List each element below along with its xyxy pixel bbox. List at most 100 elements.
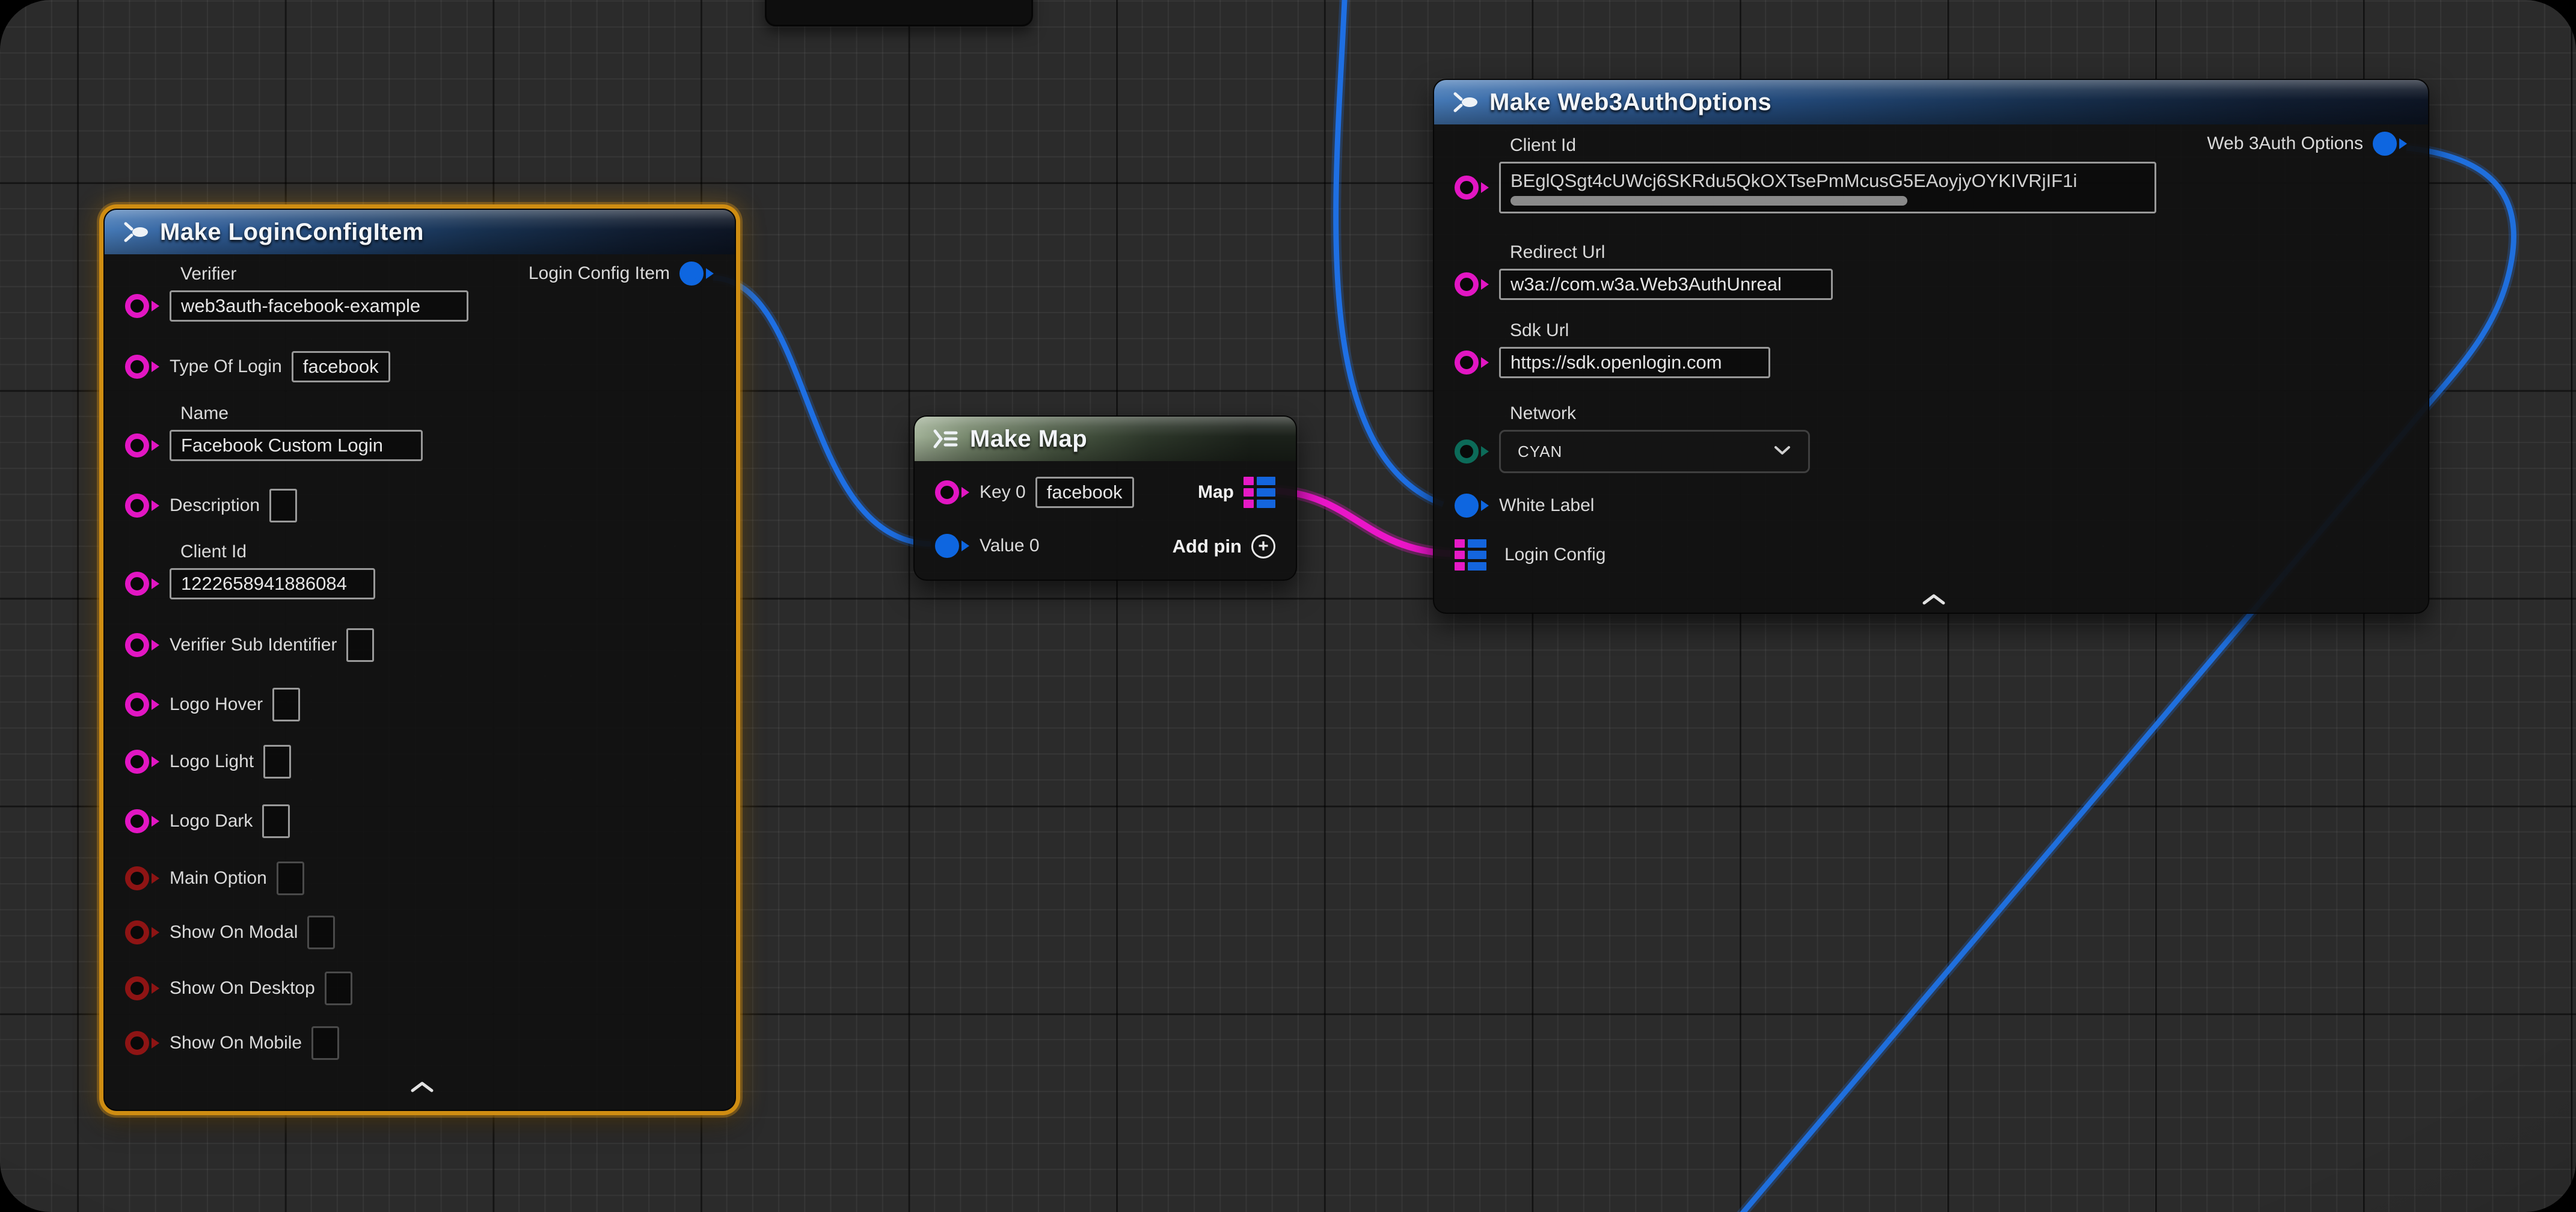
redirect-url-field[interactable]: w3a://com.w3a.Web3AuthUnreal xyxy=(1499,269,1833,300)
value0-label: Value 0 xyxy=(980,536,1040,556)
type-of-login-field[interactable]: facebook xyxy=(292,351,390,382)
verifier-field[interactable]: web3auth-facebook-example xyxy=(170,290,468,322)
main-option-label: Main Option xyxy=(170,868,267,889)
node-make-map-header[interactable]: Make Map xyxy=(915,417,1296,461)
show-on-modal-checkbox[interactable] xyxy=(307,916,335,949)
sdk-url-field[interactable]: https://sdk.openlogin.com xyxy=(1499,347,1770,378)
show-on-desktop-checkbox[interactable] xyxy=(325,972,352,1005)
node-make-loginconfigitem-header[interactable]: Make LoginConfigItem xyxy=(105,210,735,254)
client-id-scrollbar[interactable] xyxy=(1510,196,1907,206)
blueprint-graph-canvas[interactable]: Make LoginConfigItem Login Config Item V… xyxy=(0,0,2576,1212)
logo-dark-label: Logo Dark xyxy=(170,811,253,831)
add-pin-button[interactable]: Add pin + xyxy=(1173,534,1275,559)
logo-light-pin[interactable] xyxy=(125,750,160,774)
redirect-url-pin[interactable] xyxy=(1455,272,1489,296)
client-id-pin[interactable] xyxy=(125,572,160,596)
node-make-web3authoptions-header[interactable]: Make Web3AuthOptions xyxy=(1434,80,2428,124)
node-make-map[interactable]: Make Map Key 0 facebook Map Value 0 Add … xyxy=(913,415,1297,581)
input-logo-light: Logo Light xyxy=(125,744,291,779)
output-login-config-item: Login Config Item xyxy=(529,262,714,286)
output-pin-label: Login Config Item xyxy=(529,263,670,284)
input-verifier-sub-identifier: Verifier Sub Identifier xyxy=(125,628,374,663)
wire-top-to-whitelabel-glow xyxy=(1336,0,1443,504)
description-field[interactable] xyxy=(269,489,297,522)
make-struct-icon xyxy=(1450,89,1477,115)
logo-light-field[interactable] xyxy=(263,745,291,779)
make-map-icon xyxy=(930,426,958,452)
network-selected-value: CYAN xyxy=(1518,442,1562,461)
type-of-login-label: Type Of Login xyxy=(170,357,282,377)
name-field[interactable]: Facebook Custom Login xyxy=(170,430,423,461)
add-pin-label: Add pin xyxy=(1173,536,1242,557)
map-output-pin[interactable] xyxy=(1244,477,1275,508)
sdk-url-pin[interactable] xyxy=(1455,350,1489,375)
input-client-id: Client Id BEglQSgt4cUWcj6SKRdu5QkOXTsePm… xyxy=(1455,135,2156,213)
logo-hover-pin[interactable] xyxy=(125,693,160,717)
type-of-login-pin[interactable] xyxy=(125,355,160,379)
login-config-item-output-pin[interactable] xyxy=(679,262,714,286)
logo-hover-field[interactable] xyxy=(272,688,300,721)
white-label-pin[interactable] xyxy=(1455,494,1489,518)
description-pin[interactable] xyxy=(125,494,160,518)
client-id-field[interactable]: BEglQSgt4cUWcj6SKRdu5QkOXTsePmMcusG5EAoy… xyxy=(1499,162,2156,213)
redirect-url-label: Redirect Url xyxy=(1510,242,1833,263)
description-label: Description xyxy=(170,495,260,516)
logo-dark-field[interactable] xyxy=(262,804,290,838)
input-logo-dark: Logo Dark xyxy=(125,804,290,839)
wire-loginconfigitem-to-value0[interactable] xyxy=(713,278,931,544)
login-config-label: Login Config xyxy=(1504,545,1605,565)
input-sdk-url: Sdk Url https://sdk.openlogin.com xyxy=(1455,320,1770,378)
collapse-chevron-icon[interactable] xyxy=(1921,593,1947,606)
input-verifier: Verifier web3auth-facebook-example xyxy=(125,264,468,322)
logo-dark-pin[interactable] xyxy=(125,809,160,833)
node-title: Make LoginConfigItem xyxy=(160,219,424,246)
main-option-pin[interactable] xyxy=(125,866,160,890)
verifier-pin[interactable] xyxy=(125,294,160,318)
input-key0: Key 0 facebook xyxy=(935,475,1134,510)
output-web3auth-options: Web 3Auth Options xyxy=(2207,132,2408,156)
logo-hover-label: Logo Hover xyxy=(170,694,263,715)
input-main-option: Main Option xyxy=(125,861,304,896)
verifier-sub-identifier-label: Verifier Sub Identifier xyxy=(170,635,337,655)
client-id-field[interactable]: 1222658941886084 xyxy=(170,568,375,599)
node-make-loginconfigitem[interactable]: Make LoginConfigItem Login Config Item V… xyxy=(103,209,736,1111)
login-config-pin[interactable] xyxy=(1455,539,1486,571)
input-value0: Value 0 xyxy=(935,528,1040,563)
main-option-checkbox[interactable] xyxy=(277,862,304,895)
client-id-pin[interactable] xyxy=(1455,176,1489,200)
network-dropdown[interactable]: CYAN xyxy=(1499,430,1810,473)
key0-field[interactable]: facebook xyxy=(1035,477,1134,508)
make-struct-icon xyxy=(120,219,148,245)
show-on-desktop-pin[interactable] xyxy=(125,976,160,1000)
key0-label: Key 0 xyxy=(980,482,1026,503)
client-id-label: Client Id xyxy=(180,542,375,562)
collapse-chevron-icon[interactable] xyxy=(409,1080,435,1094)
logo-light-label: Logo Light xyxy=(170,751,254,772)
input-show-on-mobile: Show On Mobile xyxy=(125,1026,339,1060)
input-white-label: White Label xyxy=(1455,488,1594,523)
show-on-modal-pin[interactable] xyxy=(125,920,160,944)
web3auth-options-output-label: Web 3Auth Options xyxy=(2207,133,2363,154)
client-id-label: Client Id xyxy=(1510,135,2156,156)
show-on-mobile-pin[interactable] xyxy=(125,1031,160,1055)
web3auth-options-output-pin[interactable] xyxy=(2373,132,2408,156)
client-id-value: BEglQSgt4cUWcj6SKRdu5QkOXTsePmMcusG5EAoy… xyxy=(1510,170,2077,192)
show-on-mobile-label: Show On Mobile xyxy=(170,1033,302,1053)
add-pin-icon: + xyxy=(1251,534,1275,559)
input-login-config: Login Config xyxy=(1455,537,1605,572)
name-pin[interactable] xyxy=(125,433,160,458)
show-on-mobile-checkbox[interactable] xyxy=(311,1026,339,1060)
show-on-modal-label: Show On Modal xyxy=(170,922,298,943)
input-show-on-modal: Show On Modal xyxy=(125,915,335,950)
node-make-web3authoptions[interactable]: Make Web3AuthOptions Web 3Auth Options C… xyxy=(1433,79,2429,614)
value0-pin[interactable] xyxy=(935,534,970,558)
input-redirect-url: Redirect Url w3a://com.w3a.Web3AuthUnrea… xyxy=(1455,242,1833,300)
verifier-sub-identifier-pin[interactable] xyxy=(125,633,160,657)
input-network: Network CYAN xyxy=(1455,403,1810,473)
key0-pin[interactable] xyxy=(935,480,970,504)
network-pin[interactable] xyxy=(1455,439,1489,464)
name-label: Name xyxy=(180,403,423,424)
wire-top-to-whitelabel[interactable] xyxy=(1336,0,1443,504)
verifier-sub-identifier-field[interactable] xyxy=(346,628,374,662)
node-title: Make Map xyxy=(970,426,1087,453)
